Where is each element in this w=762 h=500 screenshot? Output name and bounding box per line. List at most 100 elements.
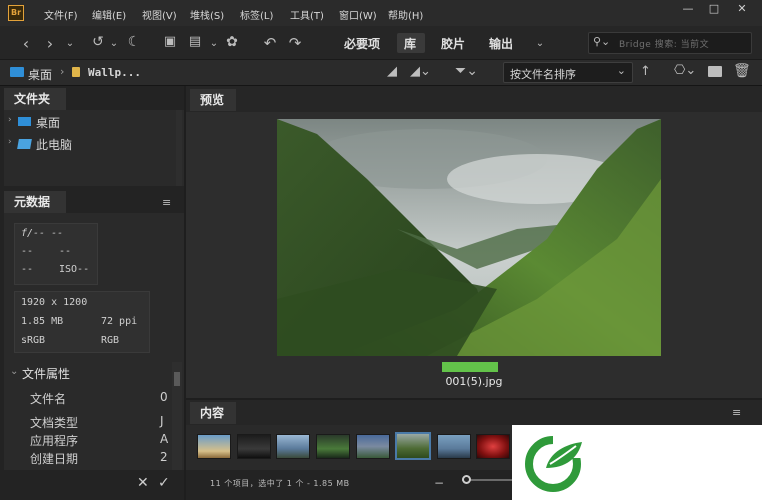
exposure-value-b: -- [59,246,72,257]
photo-downloader-icon[interactable]: ✿ [222,34,242,50]
rotate-right-icon[interactable]: ↷ [285,34,305,52]
breadcrumb-folder[interactable]: Wallp... [88,66,141,79]
preview-image[interactable] [277,119,661,356]
desktop-folder-icon [18,117,31,126]
prop-label-doctype: 文档类型 [30,416,79,430]
filter-icon[interactable]: ⏷⌄ [455,63,478,79]
computer-icon [17,139,32,149]
chevron-down-icon[interactable]: ⌄ [60,38,80,49]
close-window-button[interactable]: ✕ [728,0,756,18]
folders-scrollbar[interactable] [176,110,182,186]
history-chevron-down-icon[interactable]: ⌄ [104,38,124,49]
menu-window[interactable]: 窗口(W) [339,7,377,22]
thumbnail[interactable] [197,434,231,459]
folder-icon [72,67,80,77]
workspace-library[interactable]: 库 [404,35,416,52]
menu-stack[interactable]: 堆栈(S) [190,7,224,22]
thumbnail[interactable] [276,434,310,459]
resolution-value: 72 ppi [101,316,138,327]
sort-label: 按文件名排序 [510,68,576,81]
camera-import-icon[interactable]: ▣ [160,34,180,49]
folders-panel-tab[interactable]: 文件夹 [4,88,66,110]
slider-handle[interactable] [462,475,471,484]
leaf-logo-icon [525,436,583,492]
preview-panel-tab[interactable]: 预览 [190,89,236,111]
metadata-panel-tab[interactable]: 元数据 [4,191,66,213]
open-recent-icon[interactable]: ⎔⌄ [674,63,696,78]
preview-panel-header [186,86,762,112]
content-panel-menu-icon[interactable]: ≡ [732,406,741,419]
color-mode-value: RGB [101,335,120,346]
exposure-info-box: f/-- -- -- -- -- ISO-- [14,223,98,285]
bridge-app-icon[interactable]: Br [8,5,24,21]
rotate-left-icon[interactable]: ↶ [260,34,280,52]
breadcrumb-separator-icon: › [60,65,65,78]
forward-arrow-icon[interactable]: › [40,34,60,53]
menu-help[interactable]: 帮助(H) [388,7,423,22]
scrollbar-thumb[interactable] [174,372,180,386]
refine-icon[interactable]: ▤ [185,34,205,49]
back-arrow-icon[interactable]: ‹ [16,34,36,53]
boomerang-icon[interactable]: ☾ [124,34,144,50]
desktop-folder-icon [10,67,24,77]
breadcrumb-desktop[interactable]: 桌面 [28,66,52,83]
cancel-button[interactable]: ✕ [137,475,149,491]
metadata-scrollbar[interactable] [172,362,182,470]
new-folder-icon[interactable] [708,66,722,77]
prop-value-filename: 0 [160,390,168,404]
maximize-button[interactable]: □ [700,0,728,18]
search-box[interactable]: ⚲⌄ Bridge 搜索: 当前文 [588,32,752,54]
prop-value-created: 2 [160,450,168,464]
folder-item-desktop[interactable]: 桌面 [36,114,60,131]
thumbnail[interactable] [476,434,510,459]
watermark-logo-area [512,425,762,500]
menu-file[interactable]: 文件(F) [44,7,78,22]
apply-button[interactable]: ✓ [158,475,170,491]
thumbnail[interactable] [316,434,350,459]
exposure-value-c: -- [21,264,34,275]
iso-value: ISO-- [59,264,90,275]
color-profile-value: sRGB [21,335,46,346]
search-input[interactable]: Bridge 搜索: 当前文 [619,37,709,50]
prop-value-doctype: J [160,414,164,428]
sort-direction-arrow-icon[interactable]: ↑ [640,64,651,79]
delete-trash-icon[interactable]: 🗑 [733,63,751,79]
refine-chevron-down-icon[interactable]: ⌄ [204,38,224,49]
thumbnail[interactable] [237,434,271,459]
quality-icon[interactable]: ◢ [387,64,397,79]
content-panel-header [186,400,762,425]
menu-view[interactable]: 视图(V) [142,7,177,22]
thumbnail[interactable] [437,434,471,459]
sort-select[interactable]: 按文件名排序 ⌄ [503,62,633,83]
minimize-button[interactable]: — [674,0,702,18]
panel-menu-icon[interactable]: ≡ [162,196,171,209]
menu-tools[interactable]: 工具(T) [290,7,324,22]
section-collapse-chevron-icon[interactable]: ⌄ [10,366,18,377]
thumbnail[interactable] [356,434,390,459]
sort-chevron-down-icon: ⌄ [616,64,626,77]
workspace-output[interactable]: 输出 [489,35,513,52]
thumbnail-selected[interactable] [395,432,431,460]
exposure-value-a: -- [21,246,34,257]
workspace-essentials[interactable]: 必要项 [344,35,380,52]
menu-label[interactable]: 标签(L) [240,7,273,22]
content-panel-tab[interactable]: 内容 [190,402,236,424]
prop-label-application: 应用程序 [30,434,79,448]
menu-edit[interactable]: 编辑(E) [92,7,126,22]
search-icon: ⚲⌄ [593,35,611,48]
status-text: 11 个项目，选中了 1 个 - 1.85 MB [210,479,350,488]
workspace-more-chevron-icon[interactable]: ⌄ [530,38,550,49]
tree-expand-icon[interactable]: › [8,115,12,125]
file-size-value: 1.85 MB [21,316,64,327]
prop-label-created: 创建日期 [30,452,79,466]
folder-item-this-pc[interactable]: 此电脑 [36,136,72,153]
zoom-out-icon[interactable]: − [434,476,444,490]
color-label-bar [442,362,498,372]
file-properties-section-title[interactable]: 文件属性 [22,365,70,382]
prop-label-filename: 文件名 [30,392,67,406]
rating-filter-icon[interactable]: ◢⌄ [410,64,431,79]
preview-filename: 001(5).jpg [445,375,503,388]
folders-panel [4,110,184,186]
workspace-filmstrip[interactable]: 胶片 [441,35,465,52]
tree-expand-icon[interactable]: › [8,137,12,147]
